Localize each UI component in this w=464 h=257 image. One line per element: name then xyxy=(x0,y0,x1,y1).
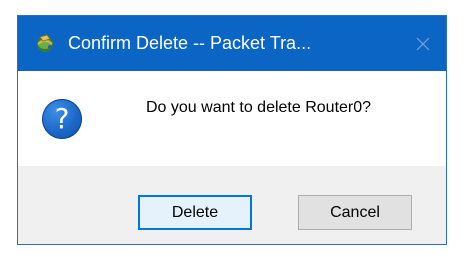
delete-button[interactable]: Delete xyxy=(138,195,252,230)
title-bar[interactable]: Confirm Delete -- Packet Tra... xyxy=(18,16,446,71)
packet-tracer-icon xyxy=(34,32,56,54)
button-bar: Delete Cancel xyxy=(18,166,446,244)
message-area: ? Do you want to delete Router0? xyxy=(18,71,446,166)
close-icon xyxy=(416,37,430,51)
confirmation-message: Do you want to delete Router0? xyxy=(146,99,372,116)
cancel-button[interactable]: Cancel xyxy=(298,195,412,230)
question-icon: ? xyxy=(42,99,82,139)
window-title: Confirm Delete -- Packet Tra... xyxy=(68,33,312,53)
confirm-delete-dialog: Confirm Delete -- Packet Tra... ? Do you… xyxy=(17,15,447,245)
close-button[interactable] xyxy=(400,16,446,71)
